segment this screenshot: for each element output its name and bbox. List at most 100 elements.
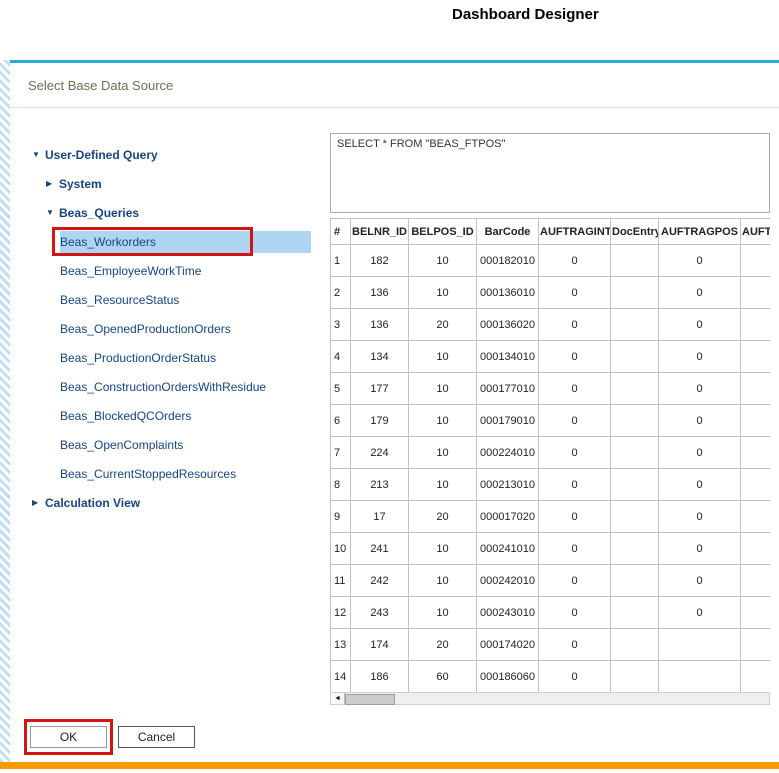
table-cell (741, 309, 771, 341)
tree-item-label: Beas_ConstructionOrdersWithResidue (60, 376, 311, 398)
table-cell: 4 (331, 341, 351, 373)
horizontal-scrollbar[interactable]: ◄ (330, 692, 770, 705)
tree-item-beas_employeeworktime[interactable]: Beas_EmployeeWorkTime (28, 256, 311, 285)
table-cell: 000017020 (477, 501, 539, 533)
table-cell: 182 (351, 245, 409, 277)
table-cell (611, 469, 659, 501)
header-separator (10, 107, 779, 108)
table-cell: 0 (659, 565, 741, 597)
table-cell: 1 (331, 245, 351, 277)
collapse-icon[interactable]: ▼ (46, 208, 59, 217)
tree-item-beas_resourcestatus[interactable]: Beas_ResourceStatus (28, 285, 311, 314)
table-cell (611, 245, 659, 277)
column-header-auftragint: AUFTRAGINT (539, 219, 611, 245)
scrollbar-thumb[interactable] (345, 694, 395, 705)
left-stripe-decoration (0, 60, 10, 766)
column-header--: # (331, 219, 351, 245)
dialog-top-accent (10, 60, 779, 63)
tree-item-user-defined query[interactable]: ▼User-Defined Query (28, 140, 311, 169)
table-row: 61791000017901000 (331, 405, 771, 437)
table-cell: 7 (331, 437, 351, 469)
table-cell: 0 (659, 597, 741, 629)
table-cell: 000136020 (477, 309, 539, 341)
bottom-accent-bar (0, 762, 779, 769)
cancel-button[interactable]: Cancel (118, 726, 195, 748)
tree-item-label: Beas_Queries (59, 202, 311, 224)
table-cell: 000182010 (477, 245, 539, 277)
table-cell: 20 (409, 501, 477, 533)
table-cell: 0 (659, 373, 741, 405)
table-row: 72241000022401000 (331, 437, 771, 469)
table-cell: 0 (539, 277, 611, 309)
table-cell: 0 (539, 469, 611, 501)
column-header-belpos-id: BELPOS_ID (409, 219, 477, 245)
table-cell (741, 469, 771, 501)
expand-icon[interactable]: ▶ (46, 179, 59, 188)
table-cell (611, 597, 659, 629)
table-header-row: #BELNR_IDBELPOS_IDBarCodeAUFTRAGINTDocEn… (331, 219, 771, 245)
tree-item-label: Beas_BlockedQCOrders (60, 405, 311, 427)
tree-item-beas_openedproductionorders[interactable]: Beas_OpenedProductionOrders (28, 314, 311, 343)
table-cell (741, 341, 771, 373)
table-cell (741, 277, 771, 309)
table-cell: 000243010 (477, 597, 539, 629)
tree-item-calculation view[interactable]: ▶Calculation View (28, 488, 311, 517)
table-cell (611, 405, 659, 437)
table-cell: 0 (539, 437, 611, 469)
tree-item-beas_opencomplaints[interactable]: Beas_OpenComplaints (28, 430, 311, 459)
ok-button[interactable]: OK (30, 726, 107, 748)
table-row: 82131000021301000 (331, 469, 771, 501)
table-cell (611, 661, 659, 693)
dashboard-designer-window: Dashboard Designer Select Base Data Sour… (0, 0, 779, 773)
table-cell (659, 629, 741, 661)
table-cell: 10 (409, 405, 477, 437)
table-cell: 213 (351, 469, 409, 501)
table-cell (741, 437, 771, 469)
column-header-auft: AUFT (741, 219, 771, 245)
table-cell: 0 (659, 501, 741, 533)
table-cell: 136 (351, 277, 409, 309)
table-cell (611, 309, 659, 341)
table-cell (611, 373, 659, 405)
table-cell: 13 (331, 629, 351, 661)
tree-item-beas_constructionorderswithresidue[interactable]: Beas_ConstructionOrdersWithResidue (28, 372, 311, 401)
table-cell: 000242010 (477, 565, 539, 597)
table-cell (741, 533, 771, 565)
table-cell: 0 (539, 629, 611, 661)
tree-item-beas_productionorderstatus[interactable]: Beas_ProductionOrderStatus (28, 343, 311, 372)
tree-item-beas_workorders[interactable]: Beas_Workorders (28, 227, 311, 256)
tree-item-label: User-Defined Query (45, 144, 311, 166)
table-cell (741, 661, 771, 693)
table-cell (611, 501, 659, 533)
table-cell: 0 (659, 277, 741, 309)
scroll-left-icon[interactable]: ◄ (331, 693, 345, 704)
expand-icon[interactable]: ▶ (32, 498, 45, 507)
table-cell: 0 (539, 341, 611, 373)
tree-item-beas_currentstoppedresources[interactable]: Beas_CurrentStoppedResources (28, 459, 311, 488)
table-cell (611, 277, 659, 309)
tree-item-beas_blockedqcorders[interactable]: Beas_BlockedQCOrders (28, 401, 311, 430)
table-cell: 000186060 (477, 661, 539, 693)
table-cell: 0 (659, 437, 741, 469)
tree-item-label: Beas_OpenedProductionOrders (60, 318, 311, 340)
table-cell: 10 (409, 373, 477, 405)
table-cell: 186 (351, 661, 409, 693)
table-cell: 20 (409, 629, 477, 661)
table-cell: 9 (331, 501, 351, 533)
sql-preview-box[interactable]: SELECT * FROM "BEAS_FTPOS" (330, 133, 770, 213)
data-preview-grid: #BELNR_IDBELPOS_IDBarCodeAUFTRAGINTDocEn… (330, 218, 770, 705)
table-cell (741, 501, 771, 533)
tree-item-beas_queries[interactable]: ▼Beas_Queries (28, 198, 311, 227)
column-header-auftragpos: AUFTRAGPOS (659, 219, 741, 245)
table-cell (741, 629, 771, 661)
table-cell (741, 597, 771, 629)
tree-item-system[interactable]: ▶System (28, 169, 311, 198)
table-cell: 0 (539, 661, 611, 693)
column-header-belnr-id: BELNR_ID (351, 219, 409, 245)
table-cell (741, 373, 771, 405)
table-cell: 0 (659, 341, 741, 373)
collapse-icon[interactable]: ▼ (32, 150, 45, 159)
table-cell: 241 (351, 533, 409, 565)
table-cell (611, 437, 659, 469)
table-cell: 10 (409, 565, 477, 597)
